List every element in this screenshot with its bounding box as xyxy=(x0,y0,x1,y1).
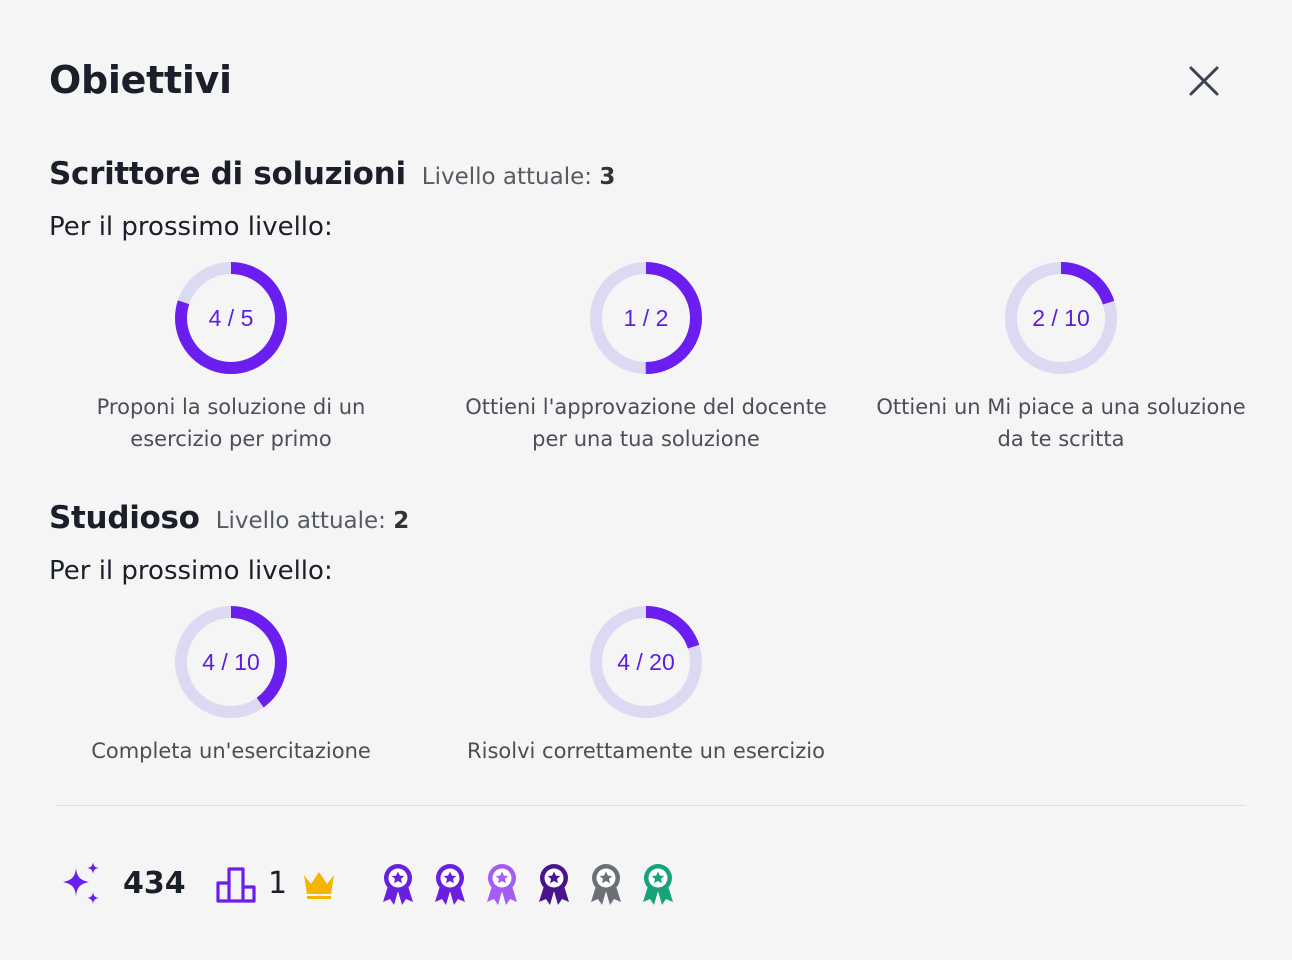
award-icon[interactable] xyxy=(380,862,416,906)
close-icon xyxy=(1189,66,1219,96)
progress-ring: 4 / 5 xyxy=(174,261,288,375)
level-value: 3 xyxy=(599,164,616,190)
section-title: Studioso xyxy=(49,500,200,536)
rank-value: 1 xyxy=(268,865,288,901)
award-icon[interactable] xyxy=(640,862,676,906)
progress-count: 1 / 2 xyxy=(623,304,669,331)
award-graphic xyxy=(487,864,517,905)
goal-item: 4 / 20 Risolvi correttamente un esercizi… xyxy=(456,605,836,767)
current-level: Livello attuale: 2 xyxy=(215,508,410,534)
points-stat[interactable]: 434 xyxy=(56,858,186,908)
section-title: Scrittore di soluzioni xyxy=(49,156,406,192)
crown-icon xyxy=(304,872,335,899)
goals-modal: Obiettivi Scrittore di soluzioni Livello… xyxy=(0,0,1292,960)
award-graphic xyxy=(383,864,413,905)
goal-description: Risolvi correttamente un esercizio xyxy=(467,739,825,763)
goal-description: Completa un'esercitazione xyxy=(91,739,371,763)
modal-title: Obiettivi xyxy=(49,58,232,102)
points-value: 434 xyxy=(123,865,186,901)
level-value: 2 xyxy=(393,508,410,534)
current-level: Livello attuale: 3 xyxy=(421,164,616,190)
goal-item: 4 / 10 Completa un'esercitazione xyxy=(41,605,421,767)
award-graphic xyxy=(643,864,673,905)
award-graphic xyxy=(435,864,465,905)
progress-count: 4 / 5 xyxy=(208,304,254,331)
award-icon[interactable] xyxy=(484,862,520,906)
award-graphic xyxy=(539,864,569,905)
divider xyxy=(56,805,1246,806)
progress-ring: 2 / 10 xyxy=(1004,261,1118,375)
rank-stat[interactable]: 1 xyxy=(214,858,339,908)
award-icon[interactable] xyxy=(432,862,468,906)
leaderboard-icon xyxy=(216,867,256,903)
award-icon[interactable] xyxy=(536,862,572,906)
goal-item: 4 / 5 Proponi la soluzione di un eserciz… xyxy=(41,261,421,455)
next-level-label: Per il prossimo livello: xyxy=(49,556,333,586)
next-level-label: Per il prossimo livello: xyxy=(49,212,333,242)
progress-count: 4 / 10 xyxy=(202,648,260,675)
close-button[interactable] xyxy=(1183,60,1225,102)
section-header-solution-writer: Scrittore di soluzioni Livello attuale: … xyxy=(49,156,615,192)
award-graphic xyxy=(591,864,621,905)
progress-ring: 4 / 10 xyxy=(174,605,288,719)
progress-count: 4 / 20 xyxy=(617,648,675,675)
goal-description: Ottieni un Mi piace a una soluzione da t… xyxy=(876,395,1246,451)
section-header-studious: Studioso Livello attuale: 2 xyxy=(49,500,409,536)
sparkles-icon xyxy=(63,862,99,904)
goal-item: 2 / 10 Ottieni un Mi piace a una soluzio… xyxy=(871,261,1251,455)
award-icon[interactable] xyxy=(588,862,624,906)
progress-ring: 1 / 2 xyxy=(589,261,703,375)
goal-description: Proponi la soluzione di un esercizio per… xyxy=(96,395,366,451)
progress-ring: 4 / 20 xyxy=(589,605,703,719)
goal-item: 1 / 2 Ottieni l'approvazione del docente… xyxy=(456,261,836,455)
goal-description: Ottieni l'approvazione del docente per u… xyxy=(465,395,827,451)
progress-count: 2 / 10 xyxy=(1032,304,1090,331)
